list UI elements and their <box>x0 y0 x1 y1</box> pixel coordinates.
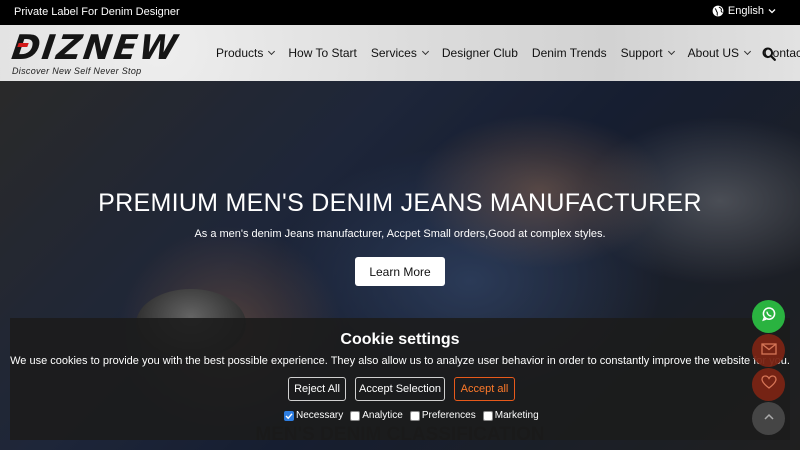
checkbox-icon[interactable] <box>350 410 361 421</box>
cookie-option-analytics[interactable]: Analytice <box>350 410 403 421</box>
chevron-down-icon <box>768 7 776 15</box>
cookie-option-label: Analytice <box>362 410 403 421</box>
heart-icon <box>760 375 777 394</box>
whatsapp-button[interactable] <box>752 300 785 333</box>
nav-label: Services <box>370 46 417 60</box>
favorite-button[interactable] <box>752 368 785 401</box>
nav-item-designer-club[interactable]: Designer Club <box>442 46 518 60</box>
nav-item-support[interactable]: Support <box>620 46 675 60</box>
cookie-option-preferences[interactable]: Preferences <box>409 410 476 421</box>
nav-item-denim-trends[interactable]: Denim Trends <box>532 46 607 60</box>
nav-label: Denim Trends <box>531 46 607 60</box>
search-icon[interactable] <box>762 47 776 66</box>
checkbox-icon[interactable] <box>409 410 420 421</box>
checkbox-icon[interactable] <box>482 410 493 421</box>
logo-accent-mark <box>17 43 29 47</box>
site-logo[interactable]: DIZNEW Discover New Self Never Stop <box>9 28 182 77</box>
nav-label: About US <box>687 46 740 60</box>
arrow-up-icon <box>763 410 775 428</box>
whatsapp-icon <box>761 306 777 327</box>
mail-icon <box>760 342 777 360</box>
nav-item-how-to-start[interactable]: How To Start <box>288 46 356 60</box>
language-selector[interactable]: English <box>712 5 776 17</box>
nav-item-products[interactable]: Products <box>216 46 276 60</box>
top-bar: Private Label For Denim Designer English <box>0 0 800 25</box>
chevron-down-icon <box>421 47 429 56</box>
chevron-down-icon <box>268 47 276 56</box>
email-button[interactable] <box>752 334 785 367</box>
logo-wordmark: DIZNEW <box>9 28 182 68</box>
hero-subtitle: As a men's denim Jeans manufacturer, Acc… <box>194 228 606 240</box>
site-header: DIZNEW Discover New Self Never Stop Prod… <box>0 25 800 81</box>
cookie-option-necessary[interactable]: Necessary <box>284 410 343 421</box>
nav-label: Support <box>620 46 663 60</box>
language-label: English <box>727 5 764 17</box>
top-tagline: Private Label For Denim Designer <box>14 6 180 18</box>
chevron-down-icon <box>667 47 675 56</box>
cookie-button-group: Reject All Accept Selection Accept all <box>288 377 515 401</box>
cookie-option-label: Preferences <box>421 410 476 421</box>
globe-icon <box>712 5 724 17</box>
cookie-description: We use cookies to provide you with the b… <box>10 355 790 367</box>
accept-selection-button[interactable]: Accept Selection <box>355 377 445 401</box>
reject-all-button[interactable]: Reject All <box>288 377 346 401</box>
cookie-options: Necessary Analytice Preferences Marketin… <box>284 410 546 421</box>
cookie-option-label: Necessary <box>296 410 344 421</box>
chevron-down-icon <box>743 47 752 56</box>
nav-label: How To Start <box>288 46 357 60</box>
nav-item-about-us[interactable]: About US <box>687 46 752 60</box>
nav-label: Products <box>216 46 264 60</box>
checkbox-checked-icon[interactable] <box>284 410 294 421</box>
cookie-banner: Cookie settings We use cookies to provid… <box>10 318 790 440</box>
back-to-top-button[interactable] <box>752 402 785 435</box>
nav-item-services[interactable]: Services <box>370 46 429 60</box>
nav-label: Designer Club <box>441 46 518 60</box>
accept-all-button[interactable]: Accept all <box>454 377 515 401</box>
main-nav: Products How To Start Services Designer … <box>216 46 800 60</box>
cookie-title: Cookie settings <box>340 331 460 348</box>
cookie-option-label: Marketing <box>494 410 539 421</box>
learn-more-button[interactable]: Learn More <box>355 257 445 286</box>
hero-title: PREMIUM MEN'S DENIM JEANS MANUFACTURER <box>98 189 702 217</box>
cookie-option-marketing[interactable]: Marketing <box>482 410 539 421</box>
